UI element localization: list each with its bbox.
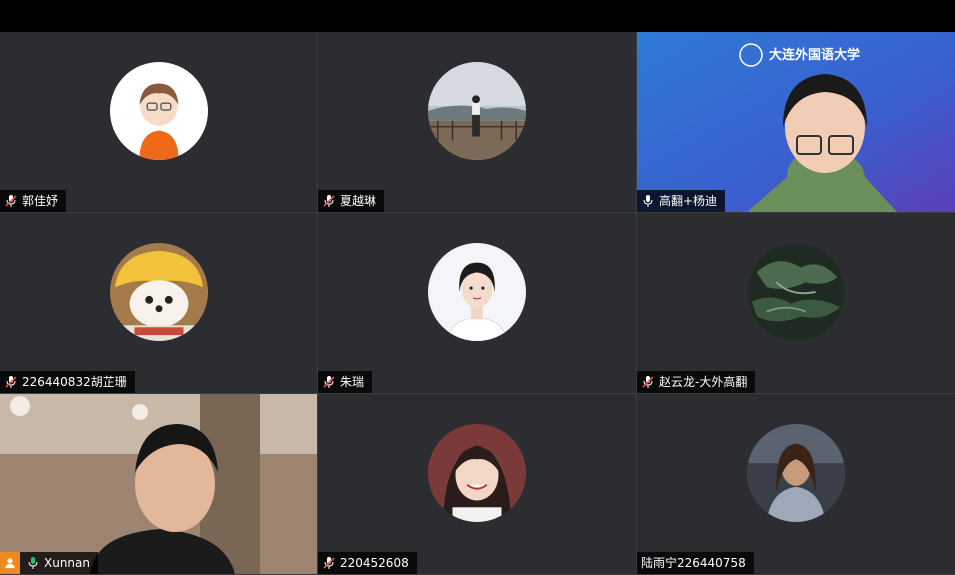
video-feed bbox=[0, 394, 317, 574]
participant-name: 朱瑞 bbox=[340, 375, 365, 389]
name-label: 朱瑞 bbox=[318, 371, 373, 393]
mic-muted-icon bbox=[323, 557, 335, 569]
participant-name: 高翻+杨迪 bbox=[659, 194, 718, 208]
avatar bbox=[428, 243, 526, 341]
mic-icon bbox=[643, 195, 653, 207]
university-banner: 大连外国语大学 bbox=[769, 48, 861, 63]
name-label: 夏越琳 bbox=[318, 190, 385, 212]
participant-name: 赵云龙-大外高翻 bbox=[659, 375, 748, 389]
participant-name: 陆雨宁226440758 bbox=[641, 556, 746, 570]
name-label: 高翻+杨迪 bbox=[637, 190, 726, 212]
mic-muted-icon bbox=[642, 376, 654, 388]
host-badge-icon bbox=[0, 552, 20, 574]
name-label: 赵云龙-大外高翻 bbox=[637, 371, 756, 393]
avatar bbox=[747, 243, 845, 341]
participant-tile[interactable]: 赵云龙-大外高翻 bbox=[637, 213, 955, 393]
participant-tile[interactable]: 大连外国语大学 高翻+杨迪 bbox=[637, 32, 955, 212]
participant-tile[interactable]: 陆雨宁226440758 bbox=[637, 394, 955, 574]
name-label: 郭佳妤 bbox=[0, 190, 67, 212]
participant-tile-active-speaker[interactable]: Xunnan bbox=[0, 394, 317, 574]
participant-tile[interactable]: 郭佳妤 bbox=[0, 32, 317, 212]
name-label: 226440832胡芷珊 bbox=[0, 371, 135, 393]
name-label: 220452608 bbox=[318, 552, 417, 574]
participant-tile[interactable]: 226440832胡芷珊 bbox=[0, 213, 317, 393]
mic-muted-icon bbox=[5, 376, 17, 388]
participant-tile[interactable]: 220452608 bbox=[318, 394, 636, 574]
mic-muted-icon bbox=[323, 195, 335, 207]
mic-muted-icon bbox=[323, 376, 335, 388]
mic-muted-icon bbox=[5, 195, 17, 207]
participant-name: 郭佳妤 bbox=[22, 194, 59, 208]
participant-name: 夏越琳 bbox=[340, 194, 377, 208]
top-bar bbox=[0, 0, 955, 32]
avatar bbox=[109, 243, 208, 341]
video-grid: 郭佳妤 夏越琳 大连外国语大学 高翻+杨迪 226440832胡芷珊 朱瑞 赵云… bbox=[0, 32, 955, 575]
participant-name: 226440832胡芷珊 bbox=[22, 375, 127, 389]
participant-name: 220452608 bbox=[340, 556, 409, 570]
participant-name: Xunnan bbox=[44, 556, 90, 570]
participant-tile[interactable]: 朱瑞 bbox=[318, 213, 636, 393]
avatar bbox=[109, 62, 208, 160]
name-label: 陆雨宁226440758 bbox=[637, 552, 754, 574]
avatar bbox=[747, 424, 845, 522]
mic-active-icon bbox=[28, 557, 38, 569]
avatar bbox=[428, 424, 526, 522]
name-label: Xunnan bbox=[0, 552, 98, 574]
participant-tile[interactable]: 夏越琳 bbox=[318, 32, 636, 212]
avatar bbox=[428, 62, 526, 160]
